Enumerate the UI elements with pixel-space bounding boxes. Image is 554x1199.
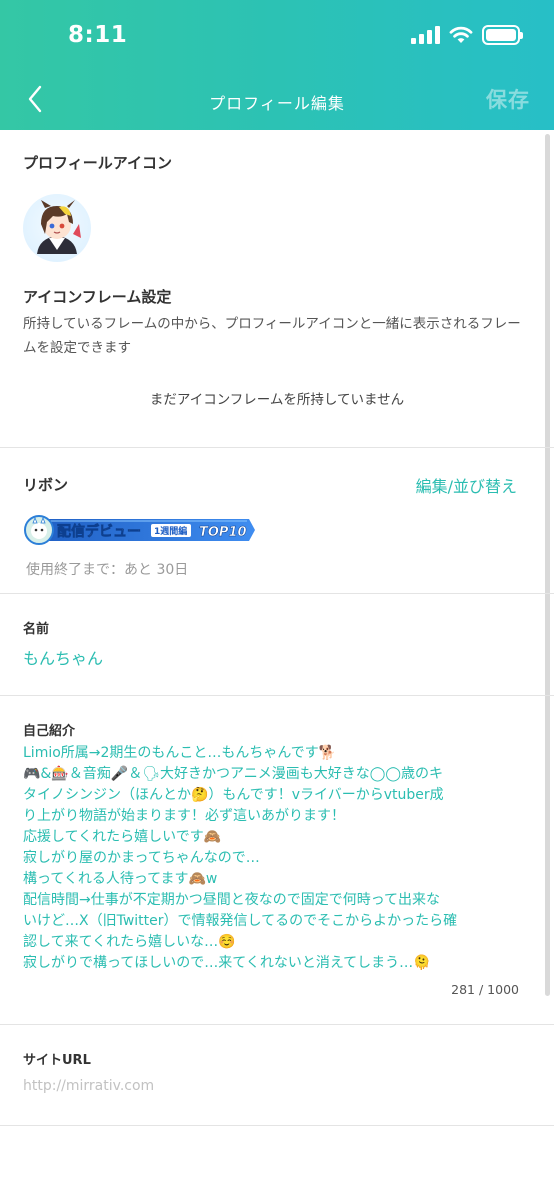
- signal-icon: [411, 26, 440, 44]
- status-icons: [411, 25, 523, 45]
- avatar-illustration-icon: [37, 200, 81, 254]
- bio-line: タイノシンジン（ほんとか🤔）もんです！vライバーからvtuber成: [23, 787, 444, 803]
- ribbon-badge-rank: TOP10: [199, 525, 247, 540]
- bio-line: いけど…X（旧Twitter）で情報発信してるのでそこからよかったら確: [23, 913, 458, 929]
- ribbon-badge-text: 配信デビュー: [57, 523, 141, 540]
- ribbon-heading: リボン: [23, 476, 69, 494]
- name-field[interactable]: もんちゃん: [23, 645, 103, 669]
- bio-line: 寂しがり屋のかまってちゃんなので…: [23, 850, 260, 866]
- icon-section: プロフィールアイコン アイコンフレーム設定 所持しているフレームの中から、プロフ…: [0, 130, 554, 448]
- bio-section: 自己紹介 Limio所属→2期生のもんこと…もんちゃんです🐕 🎮&🎰＆音痴🎤＆🗣…: [0, 696, 554, 1025]
- profile-edit-form: プロフィールアイコン アイコンフレーム設定 所持しているフレームの中から、プロフ…: [0, 130, 554, 1126]
- icon-frame-empty-message: まだアイコンフレームを所持していません: [149, 392, 405, 408]
- bio-line: 配信時間→仕事が不定期かつ昼間と夜なので固定で何時って出来な: [23, 892, 441, 908]
- bio-line: 寂しがりで構ってほしいので…来てくれないと消えてしまう…🫠: [23, 955, 431, 971]
- ribbon-section: リボン 編集/並び替え 配信デビュー 1週間編 TOP10 使用終了まで：あと …: [0, 448, 554, 594]
- ribbon-badge-period: 1週間編: [154, 525, 187, 537]
- site-url-section: サイトURL http://mirrativ.com: [0, 1025, 554, 1126]
- ribbon-edit-button[interactable]: 編集/並び替え: [416, 473, 517, 497]
- bio-label: 自己紹介: [23, 724, 76, 739]
- icon-frame-heading: アイコンフレーム設定: [23, 288, 172, 306]
- bio-line: 🎮&🎰＆音痴🎤＆🗣大好きかつアニメ漫画も大好きな◯◯歳のキ: [23, 766, 444, 782]
- save-button[interactable]: 保存: [486, 84, 530, 114]
- profile-icon-heading: プロフィールアイコン: [23, 154, 172, 172]
- wifi-icon: [449, 26, 473, 43]
- bio-line: 応援してくれたら嬉しいです🙈: [23, 829, 222, 845]
- site-url-label: サイトURL: [23, 1053, 91, 1068]
- bio-line: Limio所属→2期生のもんこと…もんちゃんです🐕: [23, 745, 337, 761]
- battery-icon: [482, 25, 523, 45]
- page-title: プロフィール編集: [209, 94, 345, 113]
- name-section: 名前 もんちゃん: [0, 594, 554, 696]
- bio-line: 認して来てくれたら嬉しいな…☺️: [23, 934, 236, 950]
- ribbon-remaining: 使用終了まで：あと 30日: [26, 562, 189, 578]
- bio-line: 構ってくれる人待ってます🙈w: [23, 871, 218, 887]
- avatar[interactable]: [23, 194, 91, 262]
- icon-frame-description: 所持しているフレームの中から、プロフィールアイコンと一緒に表示されるフレームを設…: [23, 316, 521, 356]
- status-time: 8:11: [68, 22, 128, 48]
- bio-line: り上がり物語が始まります！必ず這いあがります！: [23, 808, 345, 824]
- app-header: 8:11 プロフィール編集 保存: [0, 0, 554, 130]
- ribbon-badge[interactable]: 配信デビュー 1週間編 TOP10: [23, 515, 257, 545]
- site-url-input[interactable]: http://mirrativ.com: [23, 1078, 154, 1094]
- name-label: 名前: [23, 622, 50, 637]
- bio-textarea[interactable]: Limio所属→2期生のもんこと…もんちゃんです🐕 🎮&🎰＆音痴🎤＆🗣大好きかつ…: [23, 743, 528, 974]
- bio-char-counter: 281 / 1000: [451, 982, 519, 997]
